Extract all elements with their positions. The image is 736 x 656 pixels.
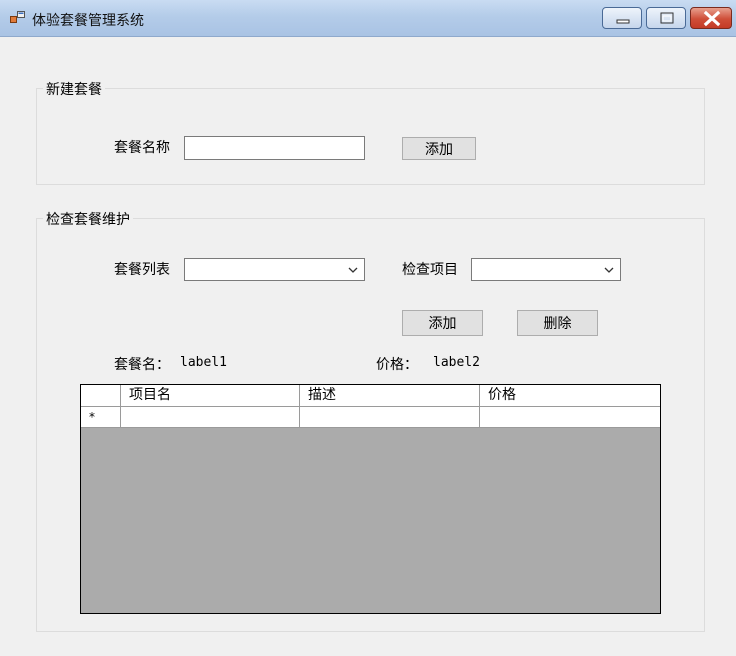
close-button[interactable] (690, 7, 732, 29)
add-package-button[interactable]: 添加 (402, 137, 476, 160)
grid-new-row[interactable]: * (81, 407, 660, 428)
grid-cell-description[interactable] (300, 407, 480, 428)
check-item-dropdown[interactable] (471, 258, 621, 281)
package-name-input[interactable] (184, 136, 365, 160)
chevron-down-icon (604, 267, 614, 273)
maximize-button[interactable] (646, 7, 686, 29)
add-check-item-button[interactable]: 添加 (402, 310, 483, 336)
package-list-dropdown[interactable] (184, 258, 365, 281)
column-header-description[interactable]: 描述 (300, 385, 480, 406)
title-bar[interactable]: 体验套餐管理系统 (0, 0, 736, 37)
close-icon (703, 10, 721, 27)
maximize-icon (660, 12, 674, 24)
new-package-group-title: 新建套餐 (43, 79, 105, 99)
check-items-grid[interactable]: 项目名 描述 价格 * (80, 384, 661, 614)
price-value: label2 (433, 355, 480, 370)
delete-check-item-button[interactable]: 删除 (517, 310, 598, 336)
window-title: 体验套餐管理系统 (32, 13, 144, 29)
column-header-item-name[interactable]: 项目名 (121, 385, 300, 406)
row-header-corner (81, 385, 121, 406)
app-icon[interactable] (10, 11, 26, 25)
minimize-icon (616, 19, 630, 24)
form-client-area: 新建套餐 套餐名称 添加 检查套餐维护 套餐列表 检查项目 添加 删除 套餐名：… (6, 37, 730, 656)
price-caption: 价格： (376, 357, 418, 373)
chevron-down-icon (348, 267, 358, 273)
package-maintenance-group-title: 检查套餐维护 (43, 209, 133, 229)
column-header-price[interactable]: 价格 (480, 385, 660, 406)
grid-header-row: 项目名 描述 价格 (81, 385, 660, 407)
package-name-value: label1 (180, 355, 227, 370)
grid-cell-item-name[interactable] (121, 407, 300, 428)
package-list-label: 套餐列表 (114, 262, 170, 278)
minimize-button[interactable] (602, 7, 642, 29)
check-item-label: 检查项目 (402, 262, 458, 278)
package-name-caption: 套餐名： (114, 357, 170, 373)
package-name-label: 套餐名称 (114, 140, 170, 156)
grid-cell-price[interactable] (480, 407, 660, 428)
new-row-marker: * (81, 407, 121, 428)
